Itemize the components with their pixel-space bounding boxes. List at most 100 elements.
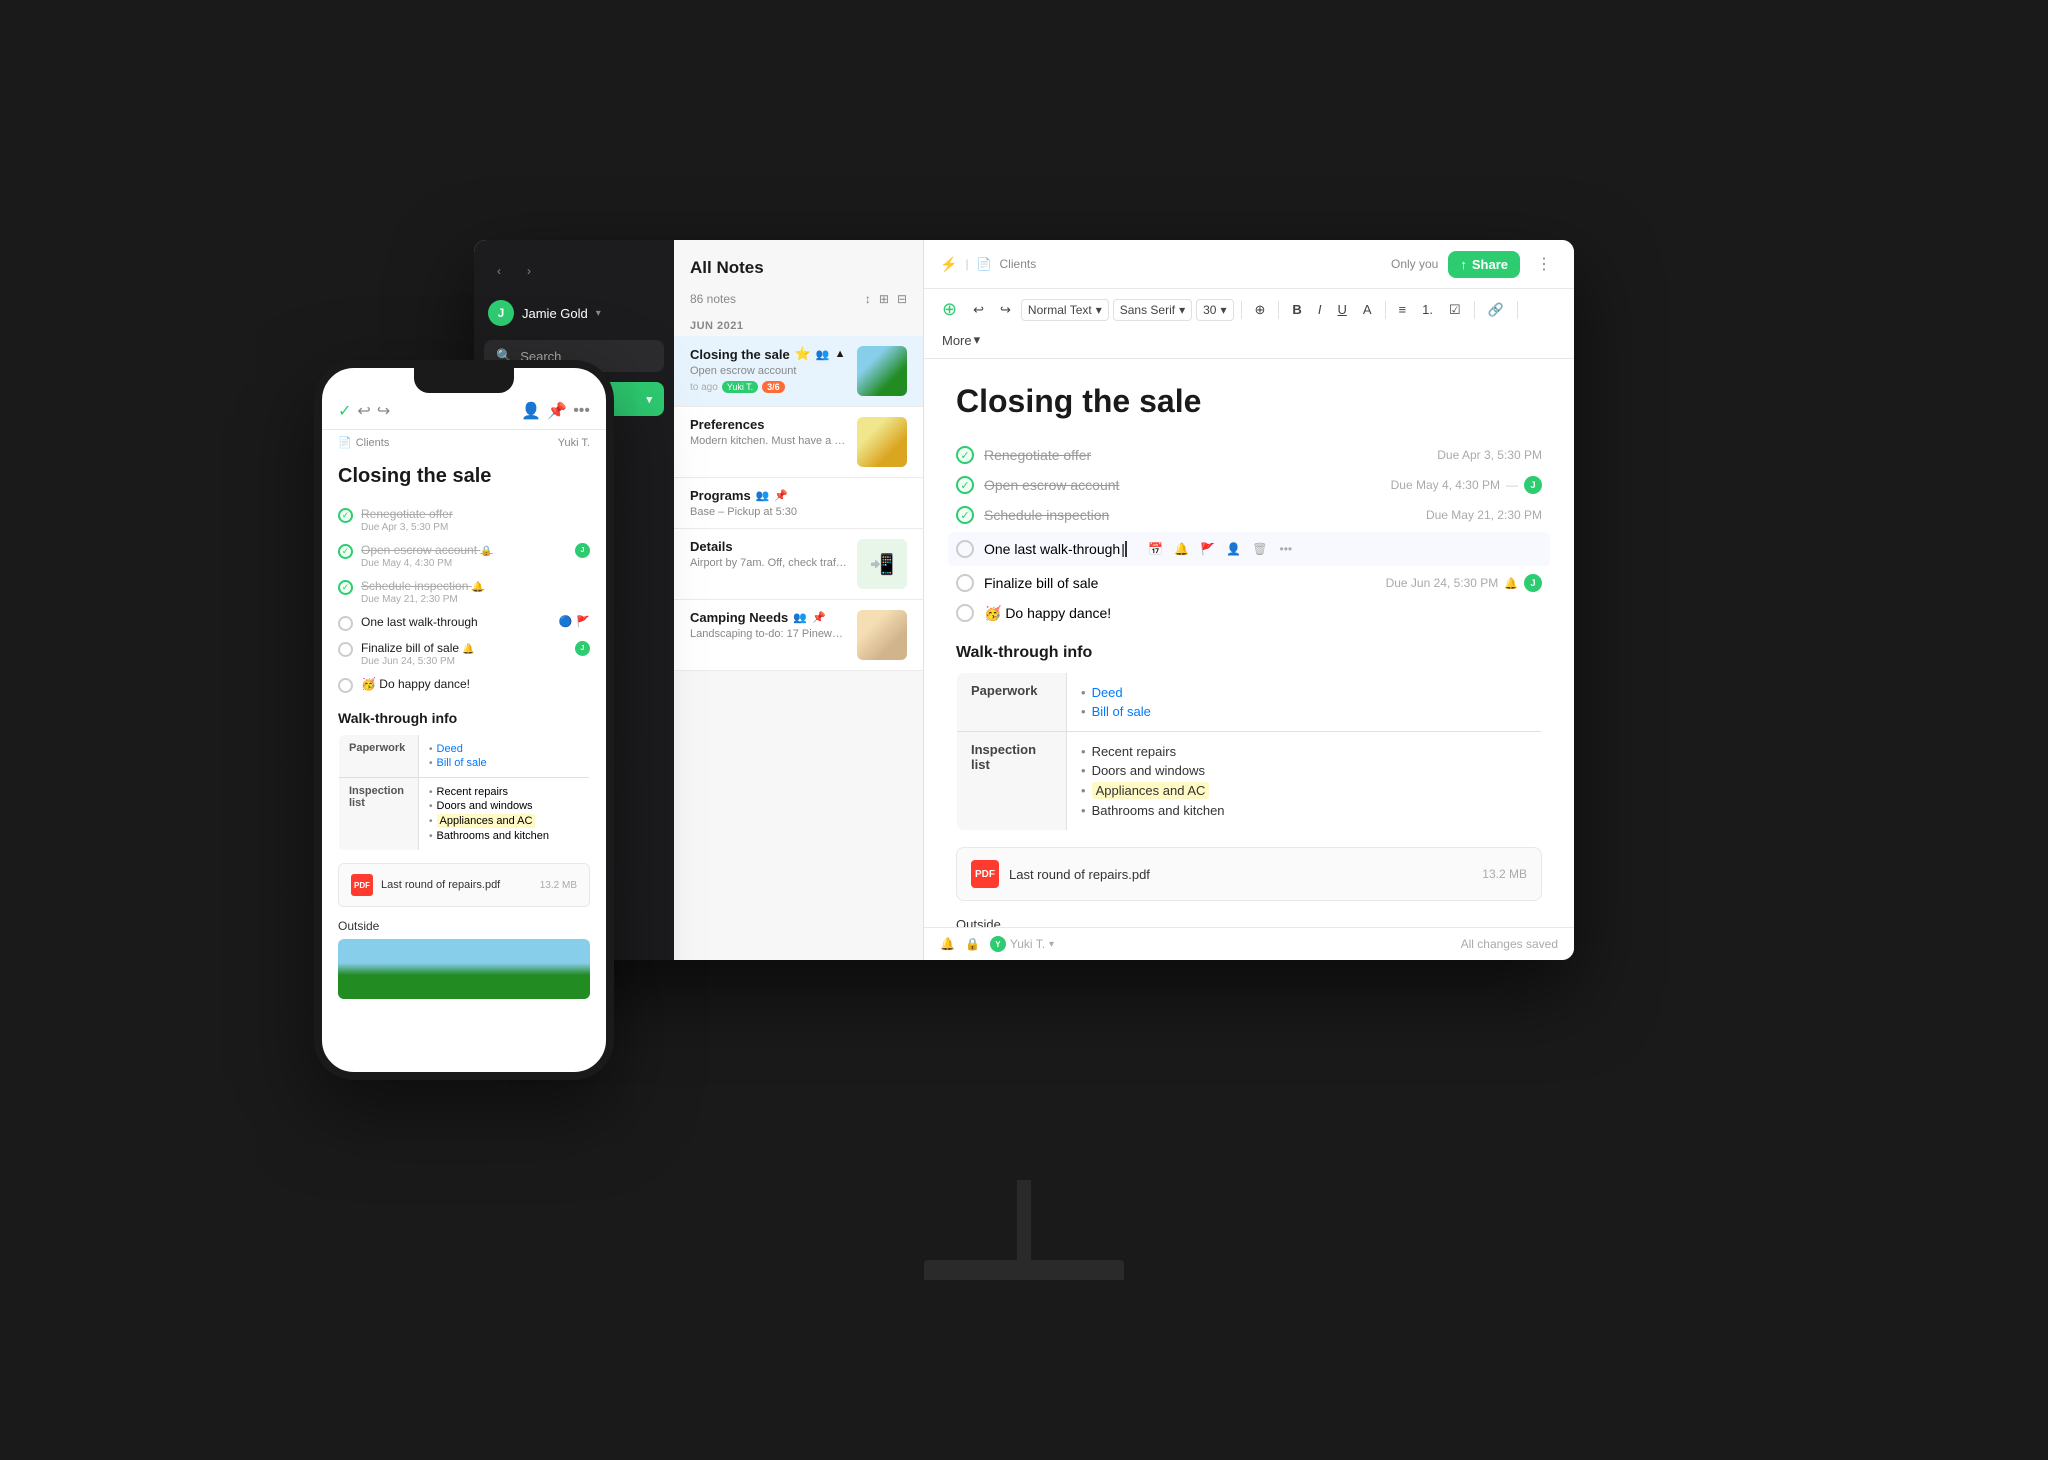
table-label-paperwork: Paperwork (957, 673, 1067, 732)
font-select[interactable]: Sans Serif ▾ (1113, 299, 1192, 321)
phone-outside-label: Outside (338, 919, 590, 933)
task-item-renegotiate[interactable]: ✓ Renegotiate offer Due Apr 3, 5:30 PM (956, 440, 1542, 470)
note-thumb (857, 346, 907, 396)
calendar-icon[interactable]: 📅 (1145, 538, 1167, 560)
phone-task-renegotiate[interactable]: ✓ Renegotiate offer Due Apr 3, 5:30 PM (338, 502, 590, 538)
billsale-link[interactable]: Bill of sale (1092, 704, 1151, 719)
task-checkbox[interactable] (956, 540, 974, 558)
bell-icon-small: 🔔 (462, 644, 474, 655)
phone-checkbox[interactable] (338, 616, 353, 631)
numbered-list-button[interactable]: 1. (1416, 298, 1439, 321)
phone-checkbox[interactable]: ✓ (338, 544, 353, 559)
underline-button[interactable]: U (1331, 298, 1352, 321)
size-select[interactable]: 30 ▾ (1196, 299, 1233, 321)
highlight-appliances: Appliances and AC (1092, 782, 1210, 799)
back-button[interactable]: ‹ (488, 260, 510, 282)
more-button[interactable]: More ▾ (936, 328, 986, 352)
task-item-billsale[interactable]: Finalize bill of sale Due Jun 24, 5:30 P… (956, 568, 1542, 598)
task-item-walkthrough[interactable]: One last walk-through| 📅 🔔 🚩 👤 🗑 ••• (948, 532, 1550, 566)
lock-icon[interactable]: 🔒 (965, 937, 980, 951)
forward-button[interactable]: › (518, 260, 540, 282)
phone-checkbox[interactable] (338, 642, 353, 657)
note-item-title: Details (690, 539, 847, 554)
grid-icon[interactable]: ⊟ (897, 292, 907, 306)
redo-icon[interactable]: ↪ (377, 401, 390, 421)
share-icon: 👥 (816, 348, 830, 361)
document-title[interactable]: Closing the sale (956, 383, 1542, 420)
phone-task-content: 🥳 Do happy dance! (361, 677, 590, 691)
format-label: Normal Text (1028, 303, 1092, 317)
phone-task-happydance[interactable]: 🥳 Do happy dance! (338, 672, 590, 698)
more-button[interactable]: ⋮ (1530, 250, 1558, 278)
bell-icon[interactable]: 🔔 (940, 937, 955, 951)
phone-task-walkthrough[interactable]: One last walk-through 🔵 🚩 (338, 610, 590, 636)
redo-button[interactable]: ↪ (994, 298, 1017, 322)
pdf-attachment[interactable]: PDF Last round of repairs.pdf 13.2 MB (956, 847, 1542, 901)
phone-checkbox[interactable]: ✓ (338, 508, 353, 523)
doc-icon: 📄 (338, 436, 352, 449)
filter-icon[interactable]: ⊞ (879, 292, 889, 306)
text-color-button[interactable]: A (1357, 298, 1378, 321)
phone-checkbox[interactable] (338, 678, 353, 693)
phone-task-content: Finalize bill of sale 🔔 Due Jun 24, 5:30… (361, 641, 567, 667)
table-row-paperwork: Paperwork Deed Bill of sale (957, 673, 1542, 732)
bold-button[interactable]: B (1286, 298, 1307, 321)
task-checkbox[interactable]: ✓ (956, 506, 974, 524)
task-checkbox[interactable]: ✓ (956, 446, 974, 464)
user-row[interactable]: J Jamie Gold ▾ (474, 294, 674, 336)
trash-icon[interactable]: 🗑 (1249, 538, 1271, 560)
task-checkbox[interactable]: ✓ (956, 476, 974, 494)
separator (1385, 301, 1386, 319)
link-button[interactable]: 🔗 (1482, 298, 1510, 322)
pin-icon[interactable]: 📌 (547, 401, 567, 421)
person-icon[interactable]: 👤 (1223, 538, 1245, 560)
task-checkbox[interactable] (956, 574, 974, 592)
add-block-button[interactable]: ⊕ (936, 295, 963, 324)
phone-task-content: Renegotiate offer Due Apr 3, 5:30 PM (361, 507, 590, 533)
task-checkbox[interactable] (956, 604, 974, 622)
phone-pdf-attachment[interactable]: PDF Last round of repairs.pdf 13.2 MB (338, 863, 590, 907)
chevron-down-icon: ▾ (974, 332, 981, 348)
person-icon[interactable]: 👤 (521, 401, 541, 421)
phone-task-escrow[interactable]: ✓ Open escrow account 🔒 Due May 4, 4:30 … (338, 538, 590, 574)
share-button[interactable]: ↑ Share (1448, 251, 1520, 278)
italic-button[interactable]: I (1312, 298, 1328, 321)
add-icon-button[interactable]: ⊕ (1249, 298, 1272, 322)
doc-label: Clients (356, 437, 390, 449)
task-item-escrow[interactable]: ✓ Open escrow account Due May 4, 4:30 PM… (956, 470, 1542, 500)
bullet-list-button[interactable]: ≡ (1393, 298, 1413, 321)
more-icon[interactable]: ••• (1275, 538, 1297, 560)
task-item-inspection[interactable]: ✓ Schedule inspection Due May 21, 2:30 P… (956, 500, 1542, 530)
note-thumb-image (857, 417, 907, 467)
phone-task-content: Open escrow account 🔒 Due May 4, 4:30 PM (361, 543, 567, 569)
note-item-closing[interactable]: Closing the sale ⭐ 👥 ▲ Open escrow accou… (674, 336, 923, 407)
more-icon[interactable]: ••• (573, 402, 590, 420)
undo-icon[interactable]: ↩ (357, 401, 370, 421)
flag-icon[interactable]: 🚩 (1197, 538, 1219, 560)
sort-icon[interactable]: ↕ (865, 292, 871, 306)
deed-link[interactable]: Deed (437, 743, 463, 755)
phone-content: ✓ ↩ ↪ 👤 📌 ••• 📄 Clients Yuki T. (322, 393, 606, 1072)
pin-icon: 📌 (774, 489, 788, 502)
lock-icon-small: 🔒 (480, 546, 492, 557)
phone-action-icons: 👤 📌 ••• (521, 401, 590, 421)
phone-task-billsale[interactable]: Finalize bill of sale 🔔 Due Jun 24, 5:30… (338, 636, 590, 672)
note-item-programs[interactable]: Programs 👥 📌 Base – Pickup at 5:30 (674, 478, 923, 529)
check-icon[interactable]: ✓ (338, 401, 351, 421)
deed-link[interactable]: Deed (1092, 685, 1123, 700)
note-item-preferences[interactable]: Preferences Modern kitchen. Must have a … (674, 407, 923, 478)
format-select[interactable]: Normal Text ▾ (1021, 299, 1109, 321)
note-item-camping[interactable]: Camping Needs 👥 📌 Landscaping to-do: 17 … (674, 600, 923, 671)
task-item-happydance[interactable]: 🥳 Do happy dance! (956, 598, 1542, 628)
phone-table-label: Paperwork (339, 735, 419, 778)
phone-task-inspection[interactable]: ✓ Schedule inspection 🔔 Due May 21, 2:30… (338, 574, 590, 610)
bell-icon[interactable]: 🔔 (1171, 538, 1193, 560)
phone-checkbox[interactable]: ✓ (338, 580, 353, 595)
user-selector[interactable]: Y Yuki T. ▾ (990, 936, 1054, 952)
note-item-details[interactable]: Details Airport by 7am. Off, check traff… (674, 529, 923, 600)
checklist-button[interactable]: ☑ (1443, 298, 1467, 322)
note-item-subtitle: Modern kitchen. Must have a countertop t… (690, 435, 847, 447)
note-thumb (857, 417, 907, 467)
billsale-link[interactable]: Bill of sale (437, 757, 487, 769)
undo-button[interactable]: ↩ (967, 298, 990, 322)
